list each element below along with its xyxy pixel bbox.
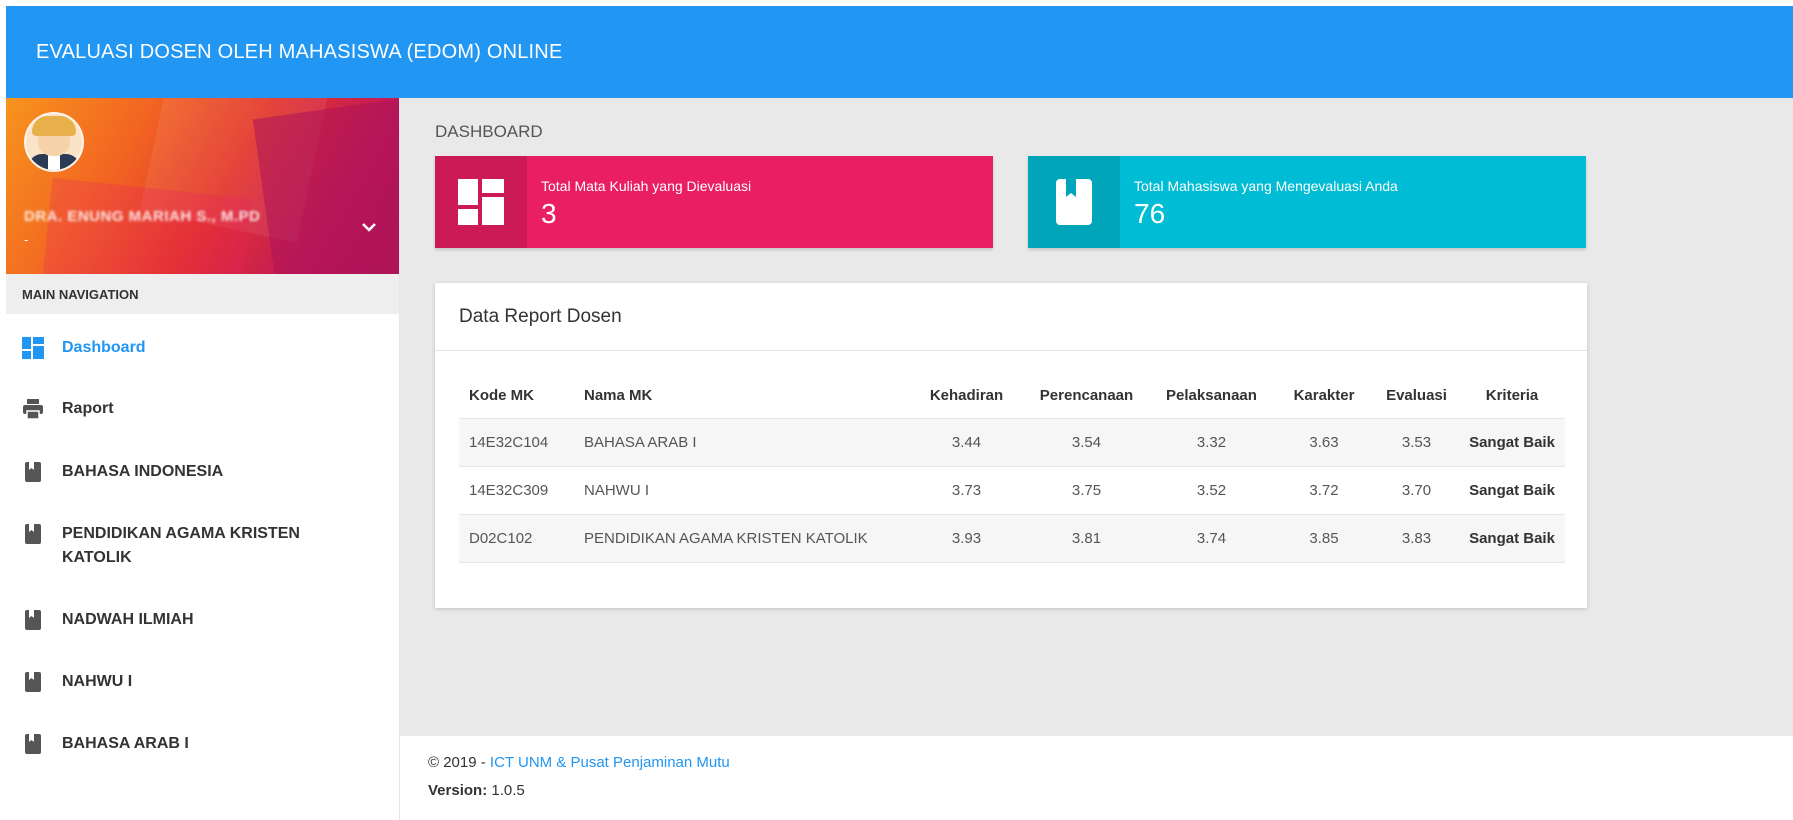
column-header: Perencanaan [1039,387,1134,404]
sidebar: DRA. ENUNG MARIAH S., M.PD - MAIN NAVIGA… [6,98,400,820]
sidebar-item-label: PENDIDIKAN AGAMA KRISTEN KATOLIK [62,525,300,566]
sidebar-item-pendidikan-agama[interactable]: PENDIDIKAN AGAMA KRISTEN KATOLIK [6,522,346,570]
column-header: Pelaksanaan [1166,387,1257,404]
table-row: 14E32C309 NAHWU I 3.73 3.75 3.52 3.72 3.… [459,466,1565,515]
sidebar-item-label: BAHASA INDONESIA [62,463,224,480]
footer-copyright: © 2019 - ICT UNM & Pusat Penjaminan Mutu [428,754,730,771]
sidebar-item-raport[interactable]: Raport [6,397,399,421]
info-box-label: Total Mata Kuliah yang Dievaluasi [541,178,752,194]
user-name: DRA. ENUNG MARIAH S., M.PD [24,208,261,225]
info-box-value: 76 [1134,198,1166,229]
info-box-label: Total Mahasiswa yang Mengevaluasi Anda [1134,178,1398,194]
card-title: Data Report Dosen [435,283,1587,351]
table-cell: 3.52 [1149,466,1274,515]
table-cell: NAHWU I [574,466,909,515]
table-cell: BAHASA ARAB I [574,418,909,467]
table-cell: PENDIDIKAN AGAMA KRISTEN KATOLIK [574,514,909,563]
sidebar-item-label: Dashboard [62,339,146,356]
book-icon [22,671,44,693]
report-table: Kode MK Nama MK Kehadiran Perencanaan Pe… [459,373,1565,563]
dashboard-icon [22,337,44,359]
copyright-text: © 2019 - [428,754,490,771]
book-icon [22,609,44,631]
avatar [24,112,84,172]
table-cell: 3.83 [1374,514,1459,563]
table-cell: 3.75 [1024,466,1149,515]
sidebar-item-dashboard[interactable]: Dashboard [6,336,399,360]
info-box-total-mata-kuliah: Total Mata Kuliah yang Dievaluasi 3 [435,156,993,248]
table-cell: Sangat Baik [1459,466,1565,515]
sidebar-item-bahasa-arab-i[interactable]: BAHASA ARAB I [6,732,399,756]
footer-link[interactable]: ICT UNM & Pusat Penjaminan Mutu [490,754,730,771]
user-email: - [24,232,29,247]
table-cell: 3.70 [1374,466,1459,515]
app-title[interactable]: EVALUASI DOSEN OLEH MAHASISWA (EDOM) ONL… [36,41,562,64]
table-cell: 3.53 [1374,418,1459,467]
sidebar-item-nadwah-ilmiah[interactable]: NADWAH ILMIAH [6,608,399,632]
table-cell: Sangat Baik [1459,418,1565,467]
column-header: Kriteria [1485,387,1539,404]
table-cell: 3.81 [1024,514,1149,563]
main-content: DASHBOARD Total Mata Kuliah yang Dievalu… [400,98,1793,736]
table-cell: 3.44 [909,418,1024,467]
top-navbar: EVALUASI DOSEN OLEH MAHASISWA (EDOM) ONL… [6,6,1793,98]
table-row: 14E32C104 BAHASA ARAB I 3.44 3.54 3.32 3… [459,418,1565,467]
table-row: D02C102 PENDIDIKAN AGAMA KRISTEN KATOLIK… [459,514,1565,563]
column-header: Kehadiran [929,387,1004,404]
sidebar-item-label: Raport [62,400,114,417]
user-info-panel: DRA. ENUNG MARIAH S., M.PD - [6,98,399,274]
table-cell: 3.63 [1274,418,1374,467]
sidebar-item-label: NAHWU I [62,673,133,690]
table-cell: 14E32C104 [459,418,574,467]
table-header-row: Kode MK Nama MK Kehadiran Perencanaan Pe… [459,373,1565,419]
sidebar-item-label: NADWAH ILMIAH [62,611,194,628]
book-icon [1028,156,1120,248]
version-label: Version: [428,782,488,799]
table-cell: 3.85 [1274,514,1374,563]
page-title: DASHBOARD [435,122,543,141]
footer: © 2019 - ICT UNM & Pusat Penjaminan Mutu… [400,736,1793,820]
sidebar-item-bahasa-indonesia[interactable]: BAHASA INDONESIA [6,460,399,484]
book-icon [22,733,44,755]
sidebar-item-nahwu-i[interactable]: NAHWU I [6,670,399,694]
info-box-value: 3 [541,198,557,229]
table-cell: 3.74 [1149,514,1274,563]
main-navigation-header: MAIN NAVIGATION [6,274,399,314]
data-report-card: Data Report Dosen Kode MK Nama MK Kehadi… [435,283,1587,608]
sidebar-item-label: BAHASA ARAB I [62,735,189,752]
print-icon [22,398,44,420]
table-cell: 3.93 [909,514,1024,563]
table-cell: 3.73 [909,466,1024,515]
column-header: Karakter [1293,387,1355,404]
column-header: Evaluasi [1386,387,1447,404]
table-cell: D02C102 [459,514,574,563]
table-cell: 3.32 [1149,418,1274,467]
version-value: 1.0.5 [491,782,525,799]
book-icon [22,523,44,545]
column-header: Kode MK [469,387,534,404]
dashboard-icon [435,156,527,248]
footer-version: Version: 1.0.5 [428,782,525,799]
table-cell: Sangat Baik [1459,514,1565,563]
chevron-down-icon[interactable] [361,220,377,238]
book-icon [22,461,44,483]
table-cell: 14E32C309 [459,466,574,515]
table-cell: 3.54 [1024,418,1149,467]
info-box-total-mahasiswa: Total Mahasiswa yang Mengevaluasi Anda 7… [1028,156,1586,248]
table-cell: 3.72 [1274,466,1374,515]
column-header: Nama MK [584,387,653,404]
